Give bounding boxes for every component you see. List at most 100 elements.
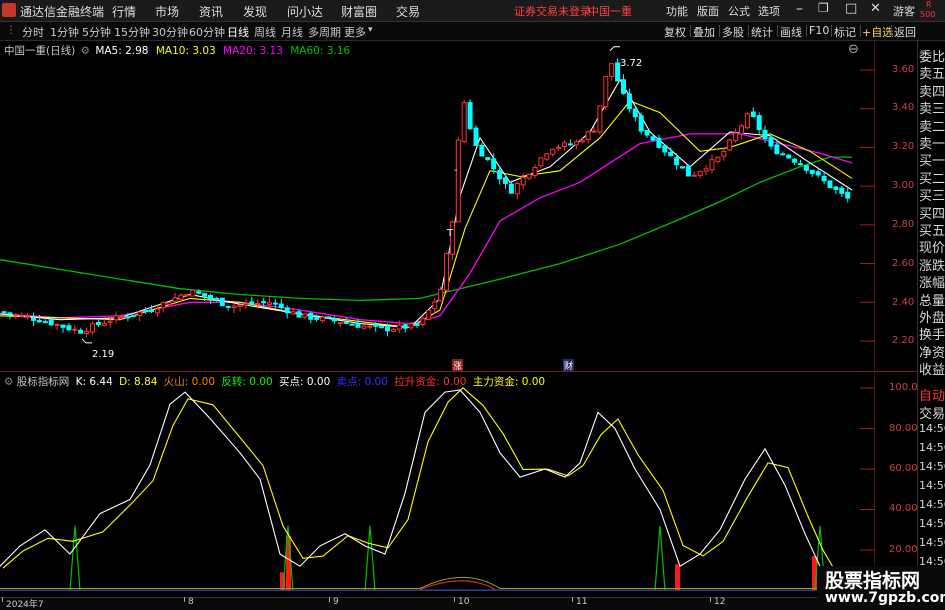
menu-hangqing[interactable]: 行情	[112, 3, 136, 20]
candle-body	[125, 316, 131, 319]
menu-gongshi[interactable]: 公式	[728, 3, 750, 19]
candle-body	[520, 176, 526, 186]
period-daily[interactable]: 日线	[227, 24, 249, 40]
quote-field[interactable]: 买四	[919, 203, 945, 222]
quote-field[interactable]: 委比	[919, 46, 945, 65]
menu-jiaoyi[interactable]: 交易	[396, 3, 420, 20]
candle-body	[709, 159, 715, 171]
candle-body	[461, 102, 467, 142]
menu-banmian[interactable]: 版面	[697, 3, 719, 19]
quote-field[interactable]: 买一	[919, 150, 945, 169]
menu-shichang[interactable]: 市场	[155, 3, 179, 20]
quote-field[interactable]: 买三	[919, 185, 945, 204]
close-icon[interactable]: ✕	[870, 1, 881, 16]
candle-body	[414, 322, 420, 326]
period-multi[interactable]: 多周期	[308, 24, 341, 40]
quote-field[interactable]: 买五	[919, 220, 945, 239]
guest-label[interactable]: 游客	[893, 3, 915, 19]
btn-biaoji[interactable]: 标记	[834, 24, 856, 40]
quote-field[interactable]: 收益	[919, 359, 945, 378]
candle-body	[296, 311, 302, 318]
ma10-line	[0, 100, 853, 329]
quote-field[interactable]: 卖二	[919, 116, 945, 135]
pane-minus-icon[interactable]: ⊖	[848, 42, 859, 57]
menu-gongneng[interactable]: 功能	[666, 3, 688, 19]
period-monthly[interactable]: 月线	[281, 24, 303, 40]
quote-field[interactable]: 卖三	[919, 98, 945, 117]
period-1min[interactable]: 1分钟	[50, 24, 79, 40]
menu-faxian[interactable]: 发现	[243, 3, 267, 20]
date-tick	[184, 597, 185, 602]
candle-body	[514, 182, 520, 195]
trade-label[interactable]: 交易	[919, 403, 945, 422]
btn-fanhui[interactable]: 返回	[894, 24, 916, 40]
btn-diejia[interactable]: 叠加	[693, 24, 715, 40]
auto-trade-label[interactable]: 自动	[919, 385, 945, 404]
maximize-icon[interactable]: □	[845, 1, 857, 16]
minimize-icon[interactable]: –	[796, 1, 803, 17]
candle-body	[562, 142, 567, 148]
candle-body	[137, 311, 143, 316]
period-more[interactable]: 更多	[344, 24, 366, 40]
login-warning[interactable]: 证券交易未登录	[514, 3, 591, 19]
period-15min[interactable]: 15分钟	[114, 24, 150, 40]
candle-body	[756, 115, 762, 130]
candle-body	[803, 165, 809, 171]
quote-field[interactable]: 外盘	[919, 307, 945, 326]
candle-body	[774, 144, 780, 155]
maichu-value: 卖点: 0.00	[336, 376, 388, 388]
candle-body	[786, 154, 792, 159]
quote-field[interactable]: 买二	[919, 168, 945, 187]
date-tick	[329, 597, 330, 602]
candle-body	[715, 156, 721, 163]
candle-body	[320, 316, 326, 322]
chart-settings-icon[interactable]: ⚙	[81, 45, 90, 57]
btn-fuquan[interactable]: 复权	[664, 24, 686, 40]
indicator-chart[interactable]	[0, 372, 875, 597]
watermark-line1: 股票指标网	[825, 570, 921, 592]
title-stock-name: 中国一重	[588, 5, 632, 18]
period-weekly[interactable]: 周线	[254, 24, 276, 40]
more-dropdown-icon[interactable]: ▾	[368, 25, 373, 35]
quote-field[interactable]: 卖五	[919, 63, 945, 82]
candle-body	[827, 180, 833, 189]
menu-caifuquan[interactable]: 财富圈	[341, 3, 377, 20]
date-label: 10	[458, 597, 470, 607]
candle-body	[284, 307, 290, 314]
btn-f10[interactable]: F10	[809, 24, 829, 37]
period-30min[interactable]: 30分钟	[152, 24, 188, 40]
period-60min[interactable]: 60分钟	[189, 24, 225, 40]
btn-huaxian[interactable]: 画线	[780, 24, 802, 40]
period-5min[interactable]: 5分钟	[82, 24, 111, 40]
quote-field[interactable]: 净资	[919, 342, 945, 361]
quote-field[interactable]: 换手	[919, 324, 945, 343]
quote-field[interactable]: 总量	[919, 290, 945, 309]
candle-body	[237, 304, 243, 307]
btn-duogu[interactable]: 多股	[722, 24, 744, 40]
quote-field[interactable]: 卖四	[919, 81, 945, 100]
candle-body	[172, 297, 178, 302]
quote-field[interactable]: 卖一	[919, 133, 945, 152]
menu-zixun[interactable]: 资讯	[199, 3, 223, 20]
candle-body	[685, 165, 691, 177]
candle-body	[355, 323, 361, 328]
menu-wenxiaoda[interactable]: 问小达	[287, 3, 323, 20]
indicator-settings-icon[interactable]: ⚙	[4, 376, 13, 388]
candle-body	[373, 323, 379, 327]
candle-body	[213, 297, 219, 301]
btn-zixuan[interactable]: +自选	[862, 24, 893, 40]
quote-field[interactable]: 涨跌	[919, 255, 945, 274]
btn-tongji[interactable]: 统计	[751, 24, 773, 40]
menu-xuanxiang[interactable]: 选项	[758, 3, 780, 19]
candle-body	[154, 308, 160, 314]
tick-time: 14:56	[919, 536, 945, 549]
quote-field[interactable]: 现价	[919, 237, 945, 256]
period-fenshi[interactable]: 分时	[22, 24, 44, 40]
restore-icon[interactable]: ❐	[818, 1, 829, 15]
period-toolbar: ⋮ 分时 1分钟 5分钟 15分钟 30分钟 60分钟 日线 周线 月线 多周期…	[0, 22, 945, 41]
candle-body	[196, 291, 202, 294]
quote-field[interactable]: 涨幅	[919, 272, 945, 291]
high-price-label: 3.72	[620, 58, 643, 69]
candlestick-chart[interactable]	[0, 41, 875, 370]
candle-body	[326, 316, 331, 319]
